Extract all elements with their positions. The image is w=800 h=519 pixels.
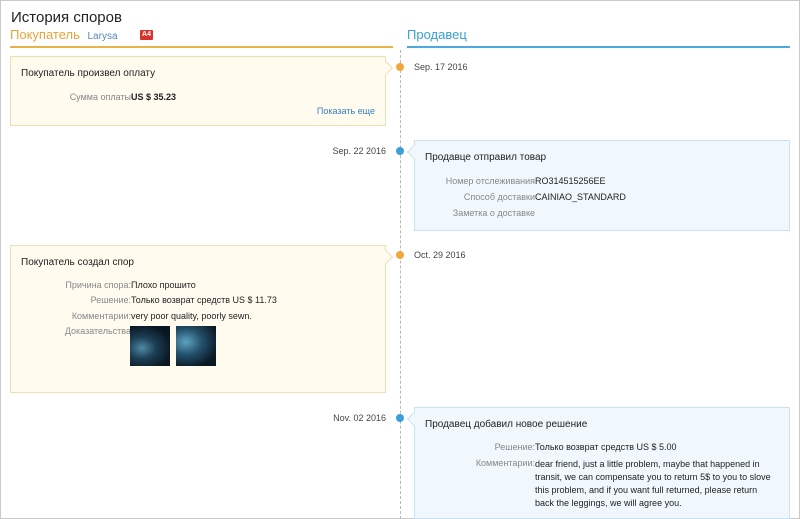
- seller-header-divider: [407, 46, 790, 48]
- buyer-column-header: Покупатель Larysa: [10, 27, 118, 42]
- timeline-dot: [396, 414, 404, 422]
- field-value: RO314515256EE: [535, 176, 606, 186]
- field-value: Только возврат средств US $ 5.00: [535, 442, 677, 452]
- evidence-photo-2[interactable]: [176, 326, 216, 366]
- buyer-dispute-card: Покупатель создал спор Причина спора: Пл…: [10, 245, 386, 393]
- seller-solution-card: Продавец добавил новое решение Решение: …: [414, 407, 790, 519]
- field-label: Способ доставки: [463, 192, 535, 202]
- timeline-dot: [396, 147, 404, 155]
- field-value: US $ 35.23: [131, 92, 177, 102]
- event-date: Oct. 29 2016: [414, 250, 466, 260]
- event-title: Продавце отправил товар: [425, 152, 547, 163]
- event-date: Sep. 22 2016: [332, 146, 386, 156]
- event-date: Nov. 02 2016: [333, 413, 386, 423]
- timeline-dot: [396, 251, 404, 259]
- field-label: Номер отслеживания: [445, 176, 535, 186]
- field-label: Решение:: [494, 442, 535, 452]
- field-label: Доказательства: [64, 326, 131, 336]
- field-value: Только возврат средств US $ 11.73: [131, 295, 277, 305]
- event-title: Покупатель создал спор: [21, 257, 134, 268]
- timeline-dot: [396, 63, 404, 71]
- buyer-header-divider: [10, 46, 393, 48]
- field-label: Заметка о доставке: [452, 208, 535, 218]
- buyer-name-link[interactable]: Larysa: [87, 31, 117, 42]
- show-more-link[interactable]: Показать еще: [317, 106, 375, 116]
- field-value: Плохо прошито: [131, 280, 196, 290]
- event-title: Покупатель произвел оплату: [21, 68, 156, 79]
- page-title: История споров: [11, 9, 122, 26]
- timeline-axis: [400, 50, 401, 519]
- evidence-photo-1[interactable]: [130, 326, 170, 366]
- buyer-payment-card: Покупатель произвел оплату Сумма оплаты …: [10, 56, 386, 126]
- field-value: CAINIAO_STANDARD: [535, 192, 626, 202]
- event-title: Продавец добавил новое решение: [425, 419, 588, 430]
- field-label: Комментарии:: [71, 311, 131, 321]
- field-value: very poor quality, poorly sewn.: [131, 311, 252, 321]
- buyer-label: Покупатель: [10, 27, 80, 42]
- event-date: Sep. 17 2016: [414, 62, 468, 72]
- buyer-level-badge: A4: [140, 30, 153, 40]
- seller-column-header: Продавец: [407, 27, 467, 42]
- field-label: Комментарии:: [475, 458, 535, 468]
- field-label: Решение:: [90, 295, 131, 305]
- field-label: Сумма оплаты: [69, 92, 131, 102]
- field-label: Причина спора:: [65, 280, 131, 290]
- seller-shipped-card: Продавце отправил товар Номер отслеживан…: [414, 140, 790, 231]
- field-value: dear friend, just a little problem, mayb…: [535, 459, 771, 508]
